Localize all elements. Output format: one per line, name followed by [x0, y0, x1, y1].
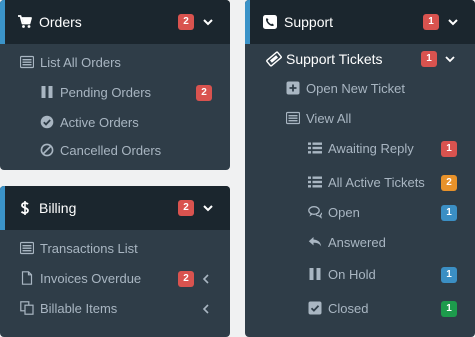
billing-header[interactable]: Billing 2 — [0, 186, 230, 230]
billing-badge: 2 — [178, 200, 194, 216]
orders-title: Orders — [39, 14, 82, 30]
nav-item-label: Billable Items — [40, 301, 118, 316]
support-panel: Support 1 Support Tickets 1 Open New Tic… — [245, 0, 475, 337]
nav-item-awaiting-reply[interactable]: Awaiting Reply 1 — [308, 138, 468, 160]
nav-item-transactions-list[interactable]: Transactions List — [20, 238, 220, 260]
invoices-overdue-badge: 2 — [178, 271, 194, 287]
nav-item-cancelled-orders[interactable]: Cancelled Orders — [40, 140, 220, 162]
copy-icon — [20, 301, 34, 315]
chevron-left-icon[interactable] — [200, 273, 212, 285]
nav-item-answered[interactable]: Answered — [308, 232, 468, 254]
pending-orders-badge: 2 — [196, 85, 212, 101]
list-icon — [286, 111, 300, 125]
nav-item-invoices-overdue[interactable]: Invoices Overdue 2 — [20, 268, 220, 290]
nav-item-all-active-tickets[interactable]: All Active Tickets 2 — [308, 172, 468, 194]
nav-item-view-all[interactable]: View All — [286, 108, 466, 130]
all-active-tickets-badge: 2 — [441, 175, 457, 191]
nav-item-label: Cancelled Orders — [60, 143, 162, 158]
file-icon — [21, 271, 33, 285]
reply-icon — [308, 237, 322, 247]
nav-item-closed[interactable]: Closed 1 — [308, 298, 468, 320]
nav-item-pending-orders[interactable]: Pending Orders 2 — [40, 82, 220, 104]
nav-item-label: Awaiting Reply — [328, 141, 414, 156]
chevron-down-icon[interactable] — [444, 53, 456, 65]
list-icon — [308, 142, 322, 154]
nav-item-label: Active Orders — [60, 115, 139, 130]
ticket-icon — [266, 51, 282, 67]
nav-item-label: Answered — [328, 235, 386, 250]
pause-icon — [41, 86, 53, 98]
nav-item-label: Open — [328, 205, 360, 220]
nav-item-on-hold[interactable]: On Hold 1 — [308, 264, 468, 286]
billing-panel: Billing 2 Transactions List Invoices Ove… — [0, 186, 230, 337]
cart-icon — [18, 15, 32, 28]
nav-item-label: All Active Tickets — [328, 175, 425, 190]
check-square-icon — [308, 301, 322, 315]
awaiting-reply-badge: 1 — [441, 141, 457, 157]
nav-item-label: Closed — [328, 301, 369, 316]
orders-header[interactable]: Orders 2 — [0, 0, 230, 44]
list-icon — [20, 241, 34, 255]
nav-item-support-tickets[interactable]: Support Tickets 1 — [266, 48, 466, 70]
chevron-down-icon[interactable] — [447, 16, 459, 28]
list-icon — [20, 55, 34, 69]
nav-item-label: Open New Ticket — [306, 81, 405, 96]
on-hold-badge: 1 — [441, 267, 457, 283]
open-badge: 1 — [441, 205, 457, 221]
nav-item-label: Transactions List — [40, 241, 138, 256]
support-header[interactable]: Support 1 — [245, 0, 475, 44]
orders-badge: 2 — [178, 14, 194, 30]
pause-icon — [309, 268, 321, 280]
check-circle-icon — [40, 115, 54, 129]
chevron-left-icon[interactable] — [200, 303, 212, 315]
nav-item-label: View All — [306, 111, 352, 126]
comments-icon — [308, 206, 322, 219]
ban-icon — [40, 143, 54, 157]
nav-item-open-new-ticket[interactable]: Open New Ticket — [286, 78, 466, 100]
nav-item-label: List All Orders — [40, 55, 121, 70]
support-tickets-badge: 1 — [421, 51, 437, 67]
billing-title: Billing — [39, 200, 77, 216]
dollar-icon — [20, 201, 29, 215]
nav-item-label: Support Tickets — [286, 51, 383, 67]
nav-item-list-all-orders[interactable]: List All Orders — [20, 52, 220, 74]
closed-badge: 1 — [441, 301, 457, 317]
chevron-down-icon[interactable] — [202, 16, 214, 28]
nav-item-label: Invoices Overdue — [40, 271, 142, 286]
nav-item-open[interactable]: Open 1 — [308, 202, 468, 224]
chevron-down-icon[interactable] — [202, 202, 214, 214]
orders-panel: Orders 2 List All Orders Pending Orders … — [0, 0, 230, 170]
nav-item-billable-items[interactable]: Billable Items — [20, 298, 220, 320]
support-badge: 1 — [423, 14, 439, 30]
list-icon — [308, 176, 322, 188]
plus-square-icon — [286, 81, 300, 95]
nav-item-label: Pending Orders — [60, 85, 152, 100]
nav-item-active-orders[interactable]: Active Orders — [40, 112, 220, 134]
nav-item-label: On Hold — [328, 267, 376, 282]
phone-icon — [263, 15, 277, 29]
support-title: Support — [284, 14, 334, 30]
